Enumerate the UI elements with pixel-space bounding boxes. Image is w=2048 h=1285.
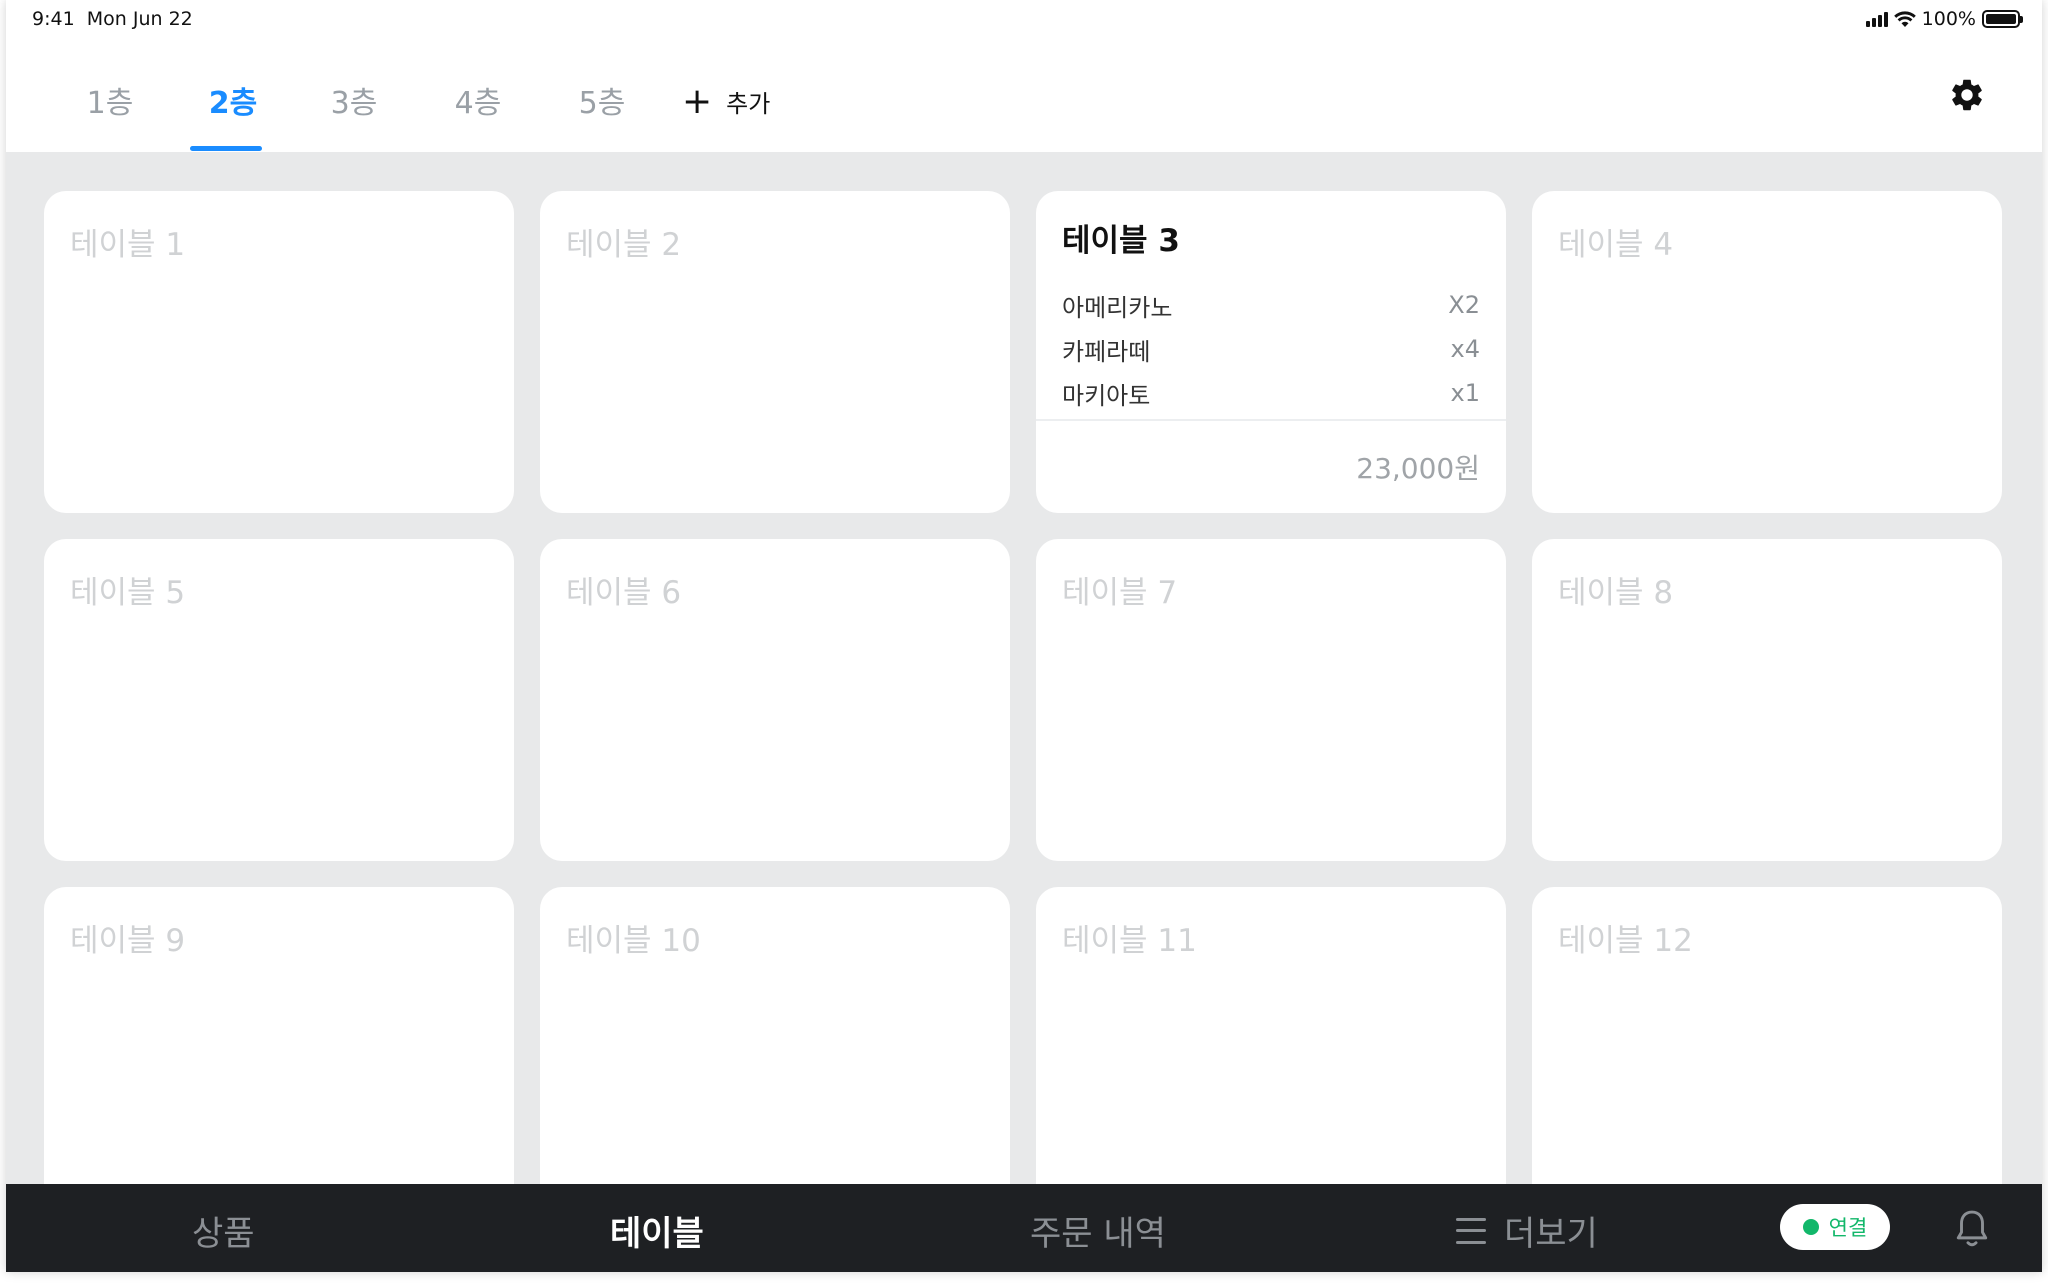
connection-label: 연결 xyxy=(1828,1216,1868,1240)
table-grid: 테이블 1 테이블 2 테이블 3 아메리카노 X2 카페라떼 x4 마키아토 … xyxy=(6,152,2042,1184)
table-name: 테이블 5 xyxy=(70,575,186,611)
table-name: 테이블 8 xyxy=(1558,575,1674,611)
nav-tables[interactable]: 테이블 xyxy=(610,1206,704,1255)
table-card-5[interactable]: 테이블 5 xyxy=(44,539,514,861)
order-item-name: 마키아토 xyxy=(1062,381,1151,410)
table-card-4[interactable]: 테이블 4 xyxy=(1532,191,2002,513)
card-divider xyxy=(1036,419,1506,421)
wifi-icon xyxy=(1893,10,1916,27)
table-card-11[interactable]: 테이블 11 xyxy=(1036,887,1506,1184)
table-name: 테이블 12 xyxy=(1558,923,1693,959)
order-item-qty: x4 xyxy=(1450,335,1480,363)
tab-floor-2[interactable]: 2층 xyxy=(202,78,264,122)
connection-dot-icon xyxy=(1802,1219,1819,1235)
table-name: 테이블 3 xyxy=(1062,223,1180,259)
status-indicators: 100% xyxy=(1865,8,2023,30)
bottom-nav-bar: 상품 테이블 주문 내역 더보기 연결 xyxy=(6,1184,2042,1272)
nav-order-history[interactable]: 주문 내역 xyxy=(1030,1206,1166,1255)
order-item-name: 카페라떼 xyxy=(1062,337,1151,366)
table-name: 테이블 11 xyxy=(1062,923,1197,959)
tab-floor-1[interactable]: 1층 xyxy=(82,78,138,122)
order-item-qty: X2 xyxy=(1448,291,1480,319)
nav-more[interactable]: 더보기 xyxy=(1456,1206,1598,1255)
table-card-2[interactable]: 테이블 2 xyxy=(540,191,1010,513)
active-tab-indicator xyxy=(190,146,262,151)
table-card-7[interactable]: 테이블 7 xyxy=(1036,539,1506,861)
table-card-9[interactable]: 테이블 9 xyxy=(44,887,514,1184)
order-item: 아메리카노 X2 xyxy=(1062,283,1480,327)
table-name: 테이블 2 xyxy=(566,227,682,263)
bell-icon[interactable] xyxy=(1952,1208,1992,1250)
battery-percent: 100% xyxy=(1921,8,1976,30)
table-card-8[interactable]: 테이블 8 xyxy=(1532,539,2002,861)
battery-level xyxy=(1986,14,2016,24)
status-time: 9:41 Mon Jun 22 xyxy=(32,8,193,30)
floor-tab-bar: 1층 2층 3층 4층 5층 + 추가 xyxy=(6,40,2042,152)
table-card-1[interactable]: 테이블 1 xyxy=(44,191,514,513)
table-name: 테이블 6 xyxy=(566,575,682,611)
table-name: 테이블 9 xyxy=(70,923,186,959)
tablet-screen: 9:41 Mon Jun 22 100% 1층 2층 3층 4층 5층 + 추가… xyxy=(6,0,2042,1272)
order-total: 23,000원 xyxy=(1356,452,1480,485)
status-bar: 9:41 Mon Jun 22 100% xyxy=(6,0,2042,40)
table-card-6[interactable]: 테이블 6 xyxy=(540,539,1010,861)
table-card-12[interactable]: 테이블 12 xyxy=(1532,887,2002,1184)
order-list: 아메리카노 X2 카페라떼 x4 마키아토 x1 xyxy=(1062,283,1480,415)
status-clock: 9:41 xyxy=(32,8,75,30)
gear-icon[interactable] xyxy=(1948,76,1986,114)
nav-more-label: 더보기 xyxy=(1504,1214,1598,1254)
add-floor-button[interactable]: + 추가 xyxy=(682,80,771,122)
order-item: 카페라떼 x4 xyxy=(1062,327,1480,371)
nav-products[interactable]: 상품 xyxy=(192,1206,255,1255)
order-item-qty: x1 xyxy=(1450,379,1480,407)
plus-icon: + xyxy=(682,80,713,122)
tab-floor-5[interactable]: 5층 xyxy=(574,78,630,122)
tab-floor-3[interactable]: 3층 xyxy=(326,78,382,122)
order-item-name: 아메리카노 xyxy=(1062,293,1173,322)
order-item: 마키아토 x1 xyxy=(1062,371,1480,415)
connection-status-badge[interactable]: 연결 xyxy=(1780,1204,1890,1250)
table-card-3[interactable]: 테이블 3 아메리카노 X2 카페라떼 x4 마키아토 x1 23,000원 xyxy=(1036,191,1506,513)
cellular-signal-icon xyxy=(1865,11,1888,27)
table-name: 테이블 7 xyxy=(1062,575,1178,611)
tab-floor-4[interactable]: 4층 xyxy=(450,78,506,122)
status-date: Mon Jun 22 xyxy=(86,8,193,30)
table-name: 테이블 10 xyxy=(566,923,701,959)
battery-icon xyxy=(1982,10,2023,28)
table-name: 테이블 4 xyxy=(1558,227,1674,263)
add-floor-label: 추가 xyxy=(726,90,771,118)
table-card-10[interactable]: 테이블 10 xyxy=(540,887,1010,1184)
table-name: 테이블 1 xyxy=(70,227,186,263)
hamburger-icon xyxy=(1456,1217,1486,1244)
